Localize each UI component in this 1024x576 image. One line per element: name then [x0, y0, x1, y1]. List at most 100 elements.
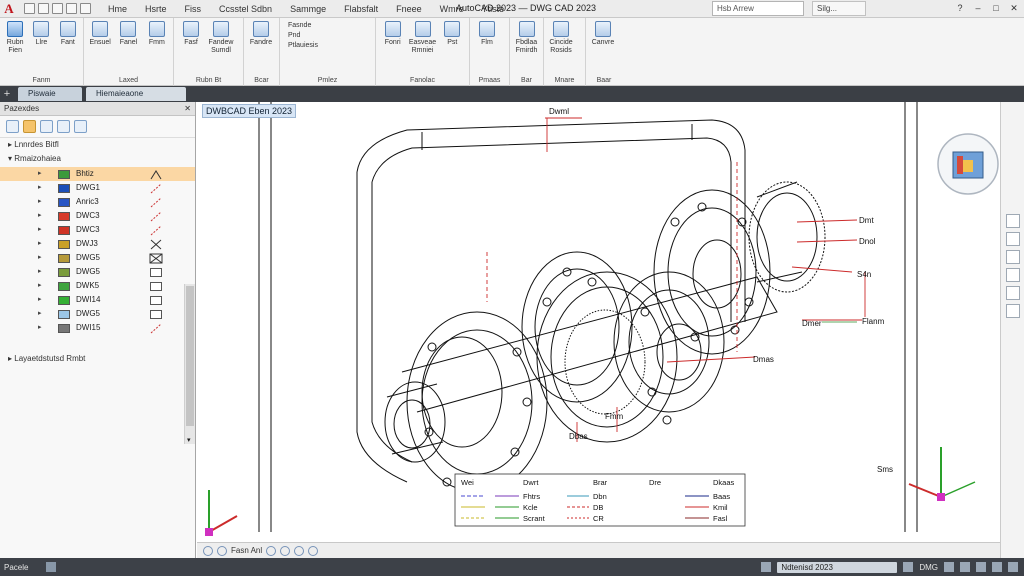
chevron-right-icon[interactable]: ▸ — [38, 181, 42, 195]
menu-tab[interactable]: Sammge — [281, 4, 335, 14]
tree-row[interactable]: ▸ Lnnrdes Bitfl — [0, 138, 195, 152]
search-input[interactable]: Hsb Arrew — [712, 1, 804, 16]
ribbon-button[interactable]: Fanel — [116, 21, 140, 47]
layer-color-swatch[interactable] — [58, 253, 70, 263]
menu-tab[interactable]: Ccsstel Sdbn — [210, 4, 281, 14]
panel-scrollbar[interactable]: ▾ — [184, 284, 195, 444]
ribbon-button[interactable]: Fandew Sumdl — [208, 21, 234, 55]
showmotion-icon[interactable] — [1005, 286, 1020, 300]
viewcube-icon[interactable] — [937, 133, 999, 195]
layer-color-swatch[interactable] — [58, 239, 70, 249]
linetype-icon[interactable] — [149, 169, 163, 180]
layer-color-swatch[interactable] — [58, 183, 70, 193]
ribbon-button[interactable]: Cincide Rosids — [548, 21, 574, 55]
menu-tab[interactable]: Fneee — [387, 4, 431, 14]
settings-icon[interactable] — [992, 562, 1002, 572]
new-tab-button[interactable]: + — [0, 88, 14, 100]
ribbon-button[interactable]: Fbdlaa Fmirdh — [514, 21, 539, 55]
ribbon-button[interactable]: Fant — [57, 21, 79, 55]
app-logo[interactable]: A — [0, 0, 18, 18]
layer-row[interactable]: ▸ DWG5 — [0, 251, 195, 265]
ribbon-button[interactable]: Canvre — [590, 21, 616, 47]
tab-start[interactable]: Piswaie — [18, 87, 82, 101]
layout-label[interactable]: Fasn Anl — [231, 546, 262, 555]
ribbon-button[interactable]: Fonri — [380, 21, 406, 55]
menu-tab[interactable]: Hme — [99, 4, 136, 14]
layer-row[interactable]: ▸ DWG1 — [0, 181, 195, 195]
linetype-icon[interactable] — [149, 225, 163, 236]
ribbon-button[interactable]: Pst — [440, 21, 466, 55]
layer-row[interactable]: ▸ DWJ3 — [0, 237, 195, 251]
ribbon-list-item[interactable]: Ptlauiesis — [288, 41, 371, 51]
layer-row[interactable]: ▸ DWG5 — [0, 307, 195, 321]
layer-color-swatch[interactable] — [58, 281, 70, 291]
full-navigation-icon[interactable] — [1005, 214, 1020, 228]
chevron-right-icon[interactable]: ▸ — [38, 251, 42, 265]
zoom-extents-icon[interactable] — [294, 545, 305, 556]
dwg-label[interactable]: DMG — [919, 563, 938, 572]
layer-row[interactable]: ▸ DWG5 — [0, 265, 195, 279]
menu-tab[interactable]: Flabsfalt — [335, 4, 387, 14]
layer-color-swatch[interactable] — [58, 309, 70, 319]
file-name-field[interactable]: Ndtenisd 2023 — [777, 561, 898, 573]
drawing-canvas[interactable]: Dwml Dmt Dnol S4n Dmer Flanm Dmas Fmm Db… — [197, 102, 1000, 542]
chevron-right-icon[interactable]: ▸ — [38, 321, 42, 335]
linetype-icon[interactable] — [149, 253, 163, 264]
chevron-right-icon[interactable]: ▸ — [38, 223, 42, 237]
linetype-icon[interactable] — [149, 323, 163, 334]
ribbon-button[interactable]: Fmm — [145, 21, 169, 47]
zoom-icon[interactable] — [1005, 250, 1020, 264]
model-space-label[interactable]: Pacele — [0, 563, 36, 572]
linetype-icon[interactable] — [149, 295, 163, 306]
chevron-right-icon[interactable]: ▸ — [38, 209, 42, 223]
layer-color-swatch[interactable] — [58, 169, 70, 179]
ribbon-button[interactable]: Rubn Fien — [4, 21, 26, 55]
nav-first-icon[interactable] — [203, 545, 213, 556]
chevron-right-icon[interactable]: ▸ — [38, 167, 42, 181]
chevron-right-icon[interactable]: ▸ — [38, 307, 42, 321]
orbit-icon[interactable] — [1005, 268, 1020, 282]
menu-tab[interactable]: Fiss — [176, 4, 211, 14]
layer-color-swatch[interactable] — [58, 295, 70, 305]
pan-icon[interactable] — [1005, 232, 1020, 246]
panel-close-icon[interactable]: ✕ — [184, 102, 191, 116]
layer-color-swatch[interactable] — [58, 197, 70, 207]
filter-icon[interactable] — [57, 120, 70, 133]
customize-icon[interactable] — [1008, 562, 1018, 572]
layer-row[interactable]: ▸ DWC3 — [0, 209, 195, 223]
chevron-right-icon[interactable]: ▸ — [38, 279, 42, 293]
save-icon[interactable] — [52, 3, 63, 14]
linetype-icon[interactable] — [149, 281, 163, 292]
linetype-icon[interactable] — [149, 309, 163, 320]
ribbon-button[interactable]: Flm — [474, 21, 500, 47]
sign-in-button[interactable]: Silg... — [812, 1, 866, 16]
nav-last-icon[interactable] — [280, 545, 291, 556]
viewcube-toggle-icon[interactable] — [1005, 304, 1020, 318]
ribbon-button[interactable]: Llre — [30, 21, 52, 55]
ribbon-button[interactable]: Fasf — [178, 21, 204, 55]
zoom-window-icon[interactable] — [308, 545, 319, 556]
help-icon[interactable]: ? — [954, 2, 966, 14]
osnap-icon[interactable] — [976, 562, 986, 572]
print-icon[interactable] — [80, 3, 91, 14]
new-layer-icon[interactable] — [6, 120, 19, 133]
linetype-icon[interactable] — [149, 267, 163, 278]
linetype-icon[interactable] — [149, 239, 163, 250]
layer-row[interactable]: ▸ Bhtiz — [0, 167, 195, 181]
tree-row[interactable]: ▾ Rmaizohaiea — [0, 152, 195, 166]
ribbon-list-item[interactable]: Fasnde — [288, 21, 371, 31]
layer-state-icon[interactable] — [23, 120, 36, 133]
ribbon-button[interactable]: Fandre — [248, 21, 274, 47]
layer-color-swatch[interactable] — [58, 225, 70, 235]
menu-tab[interactable]: Hsrte — [136, 4, 176, 14]
chevron-right-icon[interactable]: ▸ — [38, 237, 42, 251]
linetype-icon[interactable] — [149, 211, 163, 222]
maximize-icon[interactable]: □ — [990, 2, 1002, 14]
layer-row[interactable]: ▸ DWI14 — [0, 293, 195, 307]
save-as-icon[interactable] — [66, 3, 77, 14]
settings-icon[interactable] — [40, 120, 53, 133]
ortho-icon[interactable] — [944, 562, 954, 572]
close-icon[interactable]: ✕ — [1008, 2, 1020, 14]
snap-icon[interactable] — [903, 562, 914, 572]
layer-row[interactable]: ▸ DWK5 — [0, 279, 195, 293]
